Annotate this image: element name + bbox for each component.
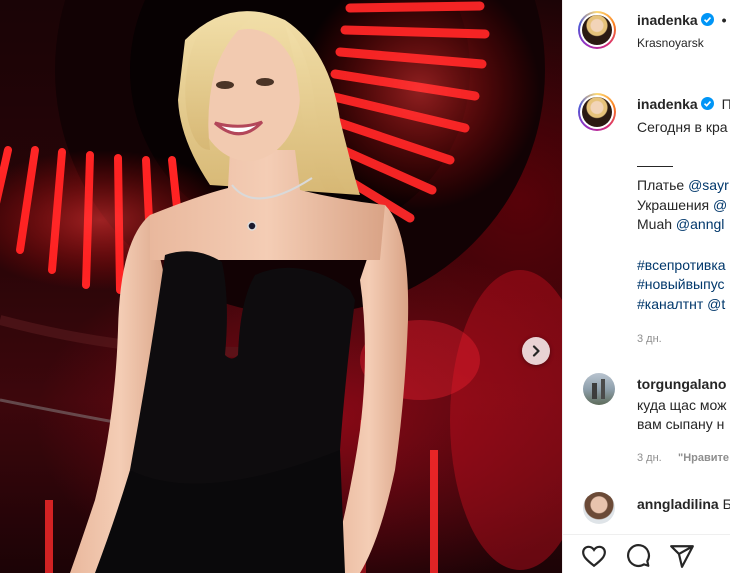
commenter-avatar[interactable]	[583, 373, 615, 405]
hashtag-link[interactable]: #новыйвыпус	[637, 275, 725, 294]
author-username-row: inadenka •	[637, 12, 727, 28]
comment-timestamp[interactable]: 3 дн.	[637, 452, 662, 464]
hashtag-link[interactable]: #всепротивка	[637, 256, 726, 275]
caption-avatar[interactable]	[578, 93, 616, 131]
post-side-panel: inadenka • Krasnoyarsk inadenka П Сегодн…	[562, 0, 730, 573]
photo-scene	[0, 0, 562, 573]
verified-icon	[700, 97, 714, 110]
caption-username-row: inadenka П	[637, 96, 730, 112]
comment-icon[interactable]	[625, 543, 651, 569]
comment-username[interactable]: torgungalano	[637, 376, 726, 392]
author-avatar[interactable]	[578, 11, 616, 49]
hashtag-row: #каналтнт @t	[637, 295, 725, 314]
hashtag-link[interactable]: #каналтнт	[637, 296, 703, 312]
post-photo[interactable]	[0, 0, 562, 573]
comment-like-count[interactable]: "Нравите	[678, 452, 729, 464]
commenter-avatar[interactable]	[583, 492, 615, 524]
heart-icon[interactable]	[581, 543, 607, 569]
caption-line1: П	[722, 96, 730, 112]
dress-label: Платье	[637, 177, 689, 193]
verified-icon	[700, 13, 714, 26]
author-username[interactable]: inadenka	[637, 12, 698, 28]
post-location[interactable]: Krasnoyarsk	[637, 36, 704, 50]
caption-jewelry-line: Украшения @	[637, 196, 727, 215]
caption-dress-line: Платье @sayr	[637, 176, 729, 195]
comment-text-line2: вам сыпану н	[637, 416, 725, 432]
mention-link[interactable]: @t	[703, 296, 725, 312]
caption-username[interactable]: inadenka	[637, 96, 698, 112]
caption-muah-line: Muah @anngl	[637, 215, 724, 234]
comment-text: Б	[719, 496, 730, 512]
post-actions-bar	[563, 534, 730, 573]
jewelry-label: Украшения	[637, 197, 714, 213]
comment-text-line1: куда щас мож	[637, 397, 727, 413]
muah-label: Muah	[637, 216, 676, 232]
next-photo-button[interactable]	[522, 337, 550, 365]
avatar-image	[592, 379, 605, 399]
instagram-post-view: inadenka • Krasnoyarsk inadenka П Сегодн…	[0, 0, 730, 573]
header-separator-dot: •	[721, 12, 727, 28]
share-icon[interactable]	[669, 543, 695, 569]
chevron-right-icon	[532, 345, 540, 357]
caption-line2: Сегодня в кра	[637, 119, 728, 135]
caption-timestamp[interactable]: 3 дн.	[637, 333, 662, 345]
comment-row: anngladilina Б	[637, 496, 730, 512]
muah-mention-link[interactable]: @anngl	[676, 216, 724, 232]
caption-divider	[637, 166, 673, 167]
jewelry-mention-link[interactable]: @	[713, 197, 727, 213]
comment-username[interactable]: anngladilina	[637, 496, 719, 512]
dress-mention-link[interactable]: @sayr	[688, 177, 729, 193]
